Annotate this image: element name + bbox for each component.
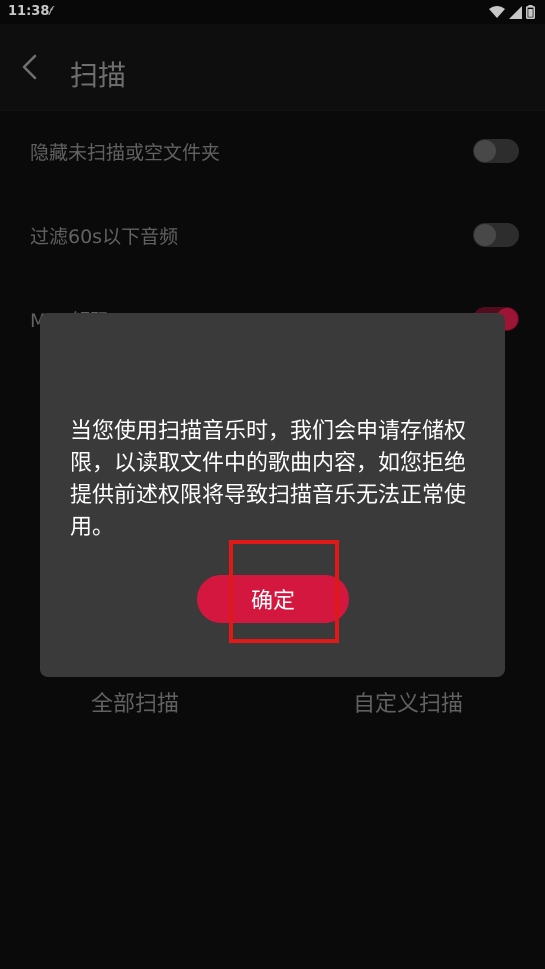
highlight-box bbox=[229, 540, 339, 643]
dialog-message: 当您使用扫描音乐时，我们会申请存储权限，以读取文件中的歌曲内容，如您拒绝提供前述… bbox=[70, 419, 467, 540]
screen: 11:38 𝑓 扫描 隐藏未扫描或空文件夹 过滤60s以下音频 全部扫描 自定义… bbox=[0, 0, 545, 969]
